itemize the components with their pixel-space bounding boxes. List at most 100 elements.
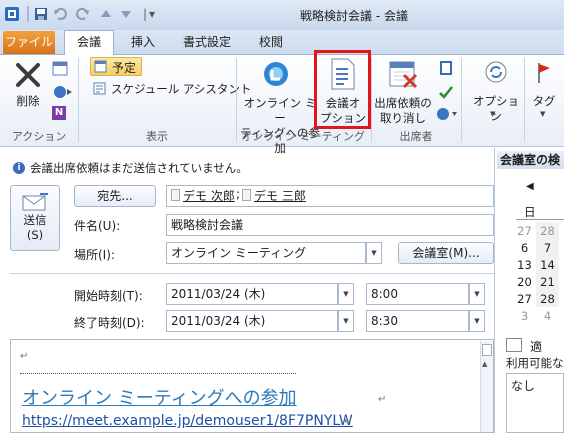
calendar-day[interactable]: 14 — [536, 256, 559, 273]
tags-button[interactable]: タグ — [530, 94, 558, 109]
cancel-invitation-icon — [388, 59, 418, 94]
join-online-meeting-button[interactable]: オンライン ミー ティングへの参加 — [238, 96, 322, 156]
group-divider — [524, 58, 525, 142]
end-date-input[interactable]: 2011/03/24 (木) — [166, 310, 338, 332]
tab-meeting[interactable]: 会議 — [64, 30, 114, 55]
customize-qat-button[interactable]: ▾ — [144, 6, 160, 22]
response-options-icon[interactable] — [436, 106, 458, 125]
end-time-label: 終了時刻(D): — [74, 316, 145, 330]
link-divider — [20, 373, 296, 374]
meeting-url-link[interactable]: https://meet.example.jp/demouser1/8F7PNY… — [22, 413, 353, 429]
save-icon[interactable] — [33, 6, 49, 22]
calendar-day[interactable]: 7 — [536, 239, 559, 256]
qat-divider — [27, 6, 29, 22]
calendar-day[interactable]: 6 — [513, 239, 536, 256]
tag-flag-icon — [536, 62, 552, 87]
calendar-day[interactable]: 3 — [513, 307, 536, 324]
form-divider — [10, 273, 494, 274]
scroll-up-icon[interactable]: ▲ — [482, 360, 487, 368]
paragraph-mark: ↵ — [20, 351, 29, 362]
lync-icon — [262, 60, 292, 95]
previous-item-icon[interactable] — [98, 6, 114, 22]
tags-dropdown-icon[interactable]: ▼ — [540, 110, 545, 118]
end-time-dropdown-icon[interactable]: ▼ — [469, 310, 485, 332]
window-title: 戦略検討会議 - 会議 — [300, 9, 408, 23]
start-date-dropdown-icon[interactable]: ▼ — [338, 283, 354, 305]
location-dropdown-icon[interactable]: ▼ — [366, 242, 382, 264]
rooms-button[interactable]: 会議室(M)... — [398, 242, 494, 264]
group-label-show: 表示 — [146, 130, 168, 143]
delete-button[interactable]: 削除 — [10, 94, 46, 109]
send-label: 送信 (S) — [10, 213, 60, 243]
end-time-input[interactable]: 8:30 — [366, 310, 469, 332]
scheduling-assistant-icon — [93, 82, 106, 98]
appointment-icon — [94, 60, 107, 76]
available-rooms-label: 利用可能な — [506, 356, 564, 370]
tab-file[interactable]: ファイル — [3, 31, 55, 54]
location-label: 場所(I): — [74, 248, 115, 262]
send-label-line2: (S) — [26, 228, 44, 242]
undo-icon[interactable] — [52, 6, 68, 22]
forward-icon[interactable] — [52, 84, 74, 103]
calendar-day[interactable]: 28 — [536, 290, 559, 307]
start-date-input[interactable]: 2011/03/24 (木) — [166, 283, 338, 305]
info-message: 会議出席依頼はまだ送信されていません。 — [30, 161, 248, 175]
next-item-icon[interactable] — [118, 6, 134, 22]
calendar-day[interactable]: 27 — [513, 290, 536, 307]
calendar-day[interactable]: 28 — [536, 222, 559, 239]
join-online-meeting-link[interactable]: オンライン ミーティングへの参加 — [22, 384, 297, 410]
options-icon — [484, 60, 508, 87]
recipient-icon — [242, 189, 251, 201]
to-button[interactable]: 宛先... — [74, 185, 156, 207]
calendar-icon[interactable] — [52, 60, 68, 79]
address-book-icon[interactable] — [438, 60, 454, 79]
join-online-meeting-line1: オンライン ミー — [243, 96, 317, 125]
subject-input[interactable]: 戦略検討会議 — [166, 214, 494, 236]
suitable-label: 適 — [530, 340, 543, 354]
group-label-actions: アクション — [11, 130, 67, 143]
outlook-app-icon[interactable] — [4, 6, 20, 22]
cancel-invitation-button[interactable]: 出席依頼の 取り消し — [372, 96, 434, 126]
ruler-toggle-icon[interactable] — [482, 344, 492, 356]
suitable-checkbox[interactable] — [506, 338, 522, 352]
send-envelope-icon — [22, 192, 50, 215]
tab-insert[interactable]: 挿入 — [120, 31, 166, 55]
cancel-invitation-line2: 取り消し — [380, 111, 426, 125]
tab-review[interactable]: 校閲 — [248, 31, 294, 55]
calendar-day[interactable]: 4 — [536, 307, 559, 324]
calendar-day[interactable]: 21 — [536, 273, 559, 290]
highlight-box — [314, 50, 371, 129]
cancel-invitation-line1: 出席依頼の — [374, 96, 432, 110]
onenote-icon[interactable]: N — [52, 106, 66, 120]
start-time-label: 開始時刻(T): — [74, 289, 143, 303]
paragraph-mark: ↵ — [378, 394, 387, 405]
calendar-day[interactable]: 13 — [513, 256, 536, 273]
location-input[interactable]: オンライン ミーティング — [166, 242, 366, 264]
available-rooms-none: なし — [511, 379, 536, 393]
check-names-icon[interactable] — [438, 84, 454, 103]
info-icon: i — [13, 162, 25, 174]
options-button[interactable]: オプション — [468, 94, 524, 124]
previous-month-icon[interactable]: ◀ — [526, 181, 534, 192]
calendar-day[interactable]: 20 — [513, 273, 536, 290]
mini-calendar[interactable]: 27 28 67 13 14 20 21 27 28 34 — [513, 222, 559, 324]
options-dropdown-icon[interactable]: ▼ — [490, 110, 495, 118]
recipient-name[interactable]: デモ 次郎 — [183, 187, 235, 204]
calendar-divider — [516, 219, 564, 220]
group-divider — [461, 58, 462, 142]
recipient-name[interactable]: デモ 三郎 — [254, 187, 306, 204]
group-label-attendees: 出席者 — [399, 130, 433, 143]
subject-label: 件名(U): — [74, 219, 121, 233]
start-time-dropdown-icon[interactable]: ▼ — [469, 283, 485, 305]
calendar-dow: 日 — [524, 205, 536, 219]
redo-icon[interactable] — [75, 6, 91, 22]
tab-format[interactable]: 書式設定 — [172, 31, 242, 55]
appointment-label: 予定 — [112, 61, 137, 75]
room-finder-title: 会議室の検 — [497, 151, 564, 169]
scheduling-assistant-button[interactable]: スケジュール アシスタント — [111, 81, 251, 97]
calendar-day[interactable]: 27 — [513, 222, 536, 239]
end-date-dropdown-icon[interactable]: ▼ — [338, 310, 354, 332]
recipient-icon — [171, 189, 180, 201]
send-label-line1: 送信 — [23, 213, 47, 227]
start-time-input[interactable]: 8:00 — [366, 283, 469, 305]
